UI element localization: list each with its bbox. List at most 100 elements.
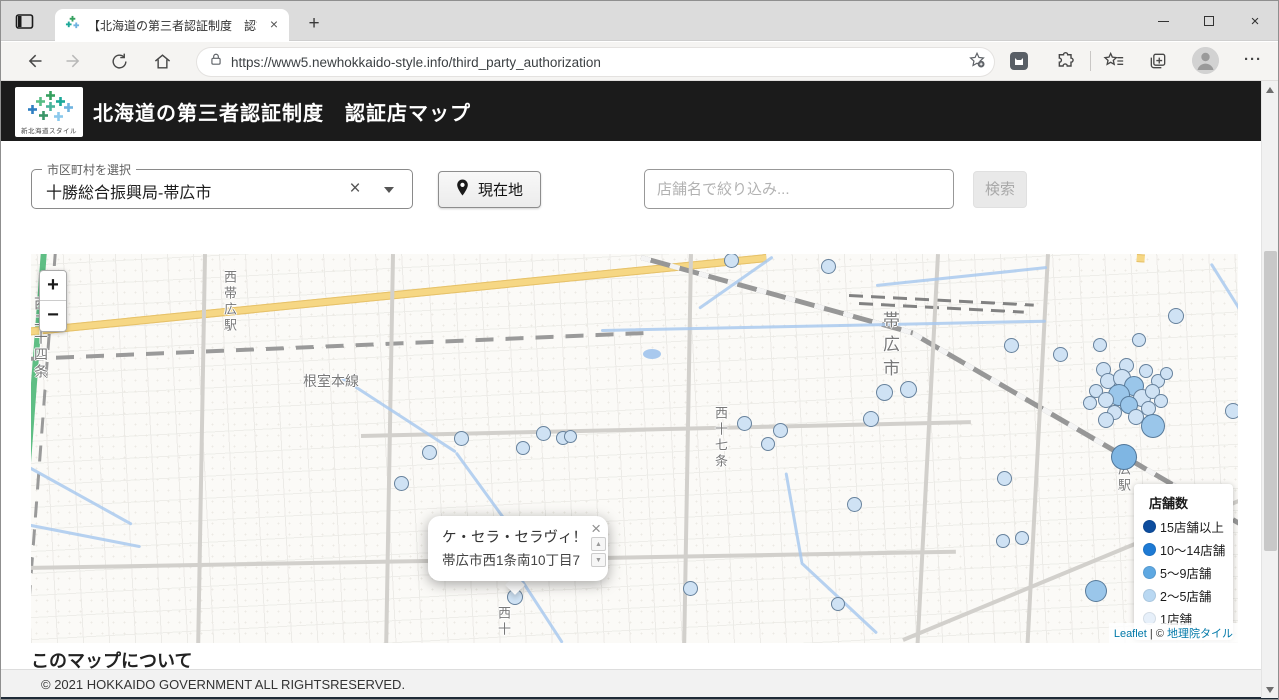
map-marker[interactable] bbox=[996, 470, 1012, 486]
pond bbox=[643, 349, 661, 359]
map-marker[interactable] bbox=[831, 597, 845, 611]
map-street-label: 根室本線 bbox=[303, 373, 359, 389]
map-marker[interactable] bbox=[1225, 403, 1238, 419]
store-search-input[interactable] bbox=[644, 169, 954, 209]
map-marker[interactable] bbox=[1098, 412, 1114, 428]
tab-title: 【北海道の第三者認証制度 認証 bbox=[88, 18, 257, 33]
map-marker[interactable] bbox=[516, 441, 530, 455]
toolbar-divider bbox=[1090, 51, 1091, 71]
window-close-button[interactable]: × bbox=[1232, 1, 1278, 41]
map-marker[interactable] bbox=[1111, 444, 1137, 470]
map-marker[interactable] bbox=[996, 534, 1010, 548]
forward-button[interactable] bbox=[61, 48, 87, 74]
tab-close-icon[interactable]: × bbox=[265, 16, 283, 34]
leaflet-link[interactable]: Leaflet bbox=[1114, 628, 1147, 640]
zoom-in-button[interactable]: + bbox=[40, 271, 66, 301]
map-marker[interactable] bbox=[1003, 337, 1019, 353]
extension-badge-icon[interactable] bbox=[1006, 48, 1032, 74]
map-marker[interactable] bbox=[1083, 396, 1097, 410]
map-marker[interactable] bbox=[535, 425, 551, 441]
current-location-button[interactable]: 現在地 bbox=[438, 171, 542, 208]
home-button[interactable] bbox=[149, 48, 175, 74]
legend-item: 5〜9店舗 bbox=[1143, 563, 1224, 582]
zoom-out-button[interactable]: − bbox=[40, 301, 66, 331]
stream bbox=[1209, 262, 1238, 337]
city-select-value: 十勝総合振興局-帯広市 bbox=[46, 185, 212, 202]
map-street-label: 西帯広駅 bbox=[222, 270, 237, 334]
legend-label: 5〜9店舗 bbox=[1160, 567, 1212, 581]
map-street-label: 西十七条 bbox=[713, 406, 728, 470]
collections-icon[interactable] bbox=[1145, 48, 1171, 74]
city-select[interactable]: 市区町村を選択 十勝総合振興局-帯広市 × bbox=[31, 161, 413, 209]
favorites-bar-icon[interactable] bbox=[1101, 48, 1127, 74]
hokkaido-style-logo-icon bbox=[28, 90, 73, 121]
clear-selection-icon[interactable]: × bbox=[344, 178, 366, 200]
map-marker[interactable] bbox=[1139, 364, 1153, 378]
tab-favicon-icon bbox=[65, 15, 80, 35]
window-maximize-button[interactable] bbox=[1186, 1, 1232, 41]
add-favorite-icon[interactable] bbox=[968, 51, 986, 74]
stream bbox=[454, 451, 509, 525]
popup-scroll-up-icon[interactable]: ▲ bbox=[591, 537, 606, 552]
url-bar[interactable]: https://www5.newhokkaido-style.info/thir… bbox=[197, 48, 994, 76]
stream bbox=[31, 457, 133, 526]
map-marker[interactable] bbox=[453, 430, 469, 446]
extensions-puzzle-icon[interactable] bbox=[1053, 48, 1079, 74]
refresh-button[interactable] bbox=[106, 48, 132, 74]
legend-dot-icon bbox=[1143, 589, 1156, 602]
chevron-down-icon[interactable] bbox=[384, 187, 394, 193]
yellow-road-vertical bbox=[1136, 254, 1145, 263]
map-attribution: Leaflet | © 地理院タイル bbox=[1108, 623, 1238, 643]
popup-store-address: 帯広市西1条南10丁目7 bbox=[442, 552, 581, 568]
window-minimize-button[interactable] bbox=[1140, 1, 1186, 41]
map-marker[interactable] bbox=[1168, 308, 1184, 324]
map-marker[interactable] bbox=[846, 496, 862, 512]
map-marker[interactable] bbox=[1052, 346, 1068, 362]
map-marker[interactable] bbox=[863, 411, 879, 427]
url-text: https://www5.newhokkaido-style.info/thir… bbox=[231, 54, 601, 70]
map-marker[interactable] bbox=[820, 258, 836, 274]
settings-menu-icon[interactable]: ··· bbox=[1239, 48, 1267, 74]
railway-west bbox=[31, 331, 644, 361]
map-marker[interactable] bbox=[761, 437, 775, 451]
map-canvas[interactable]: 西帯広駅 西二十四条 根室本線 帯広市 西十七条 帯広駅 西十 + − ケ・セラ・セラヴィ！… bbox=[31, 254, 1238, 643]
yellow-road bbox=[31, 254, 767, 336]
map-marker[interactable] bbox=[1085, 580, 1107, 602]
map-marker[interactable] bbox=[1154, 394, 1168, 408]
map-marker[interactable] bbox=[899, 380, 917, 398]
map-marker[interactable] bbox=[421, 444, 437, 460]
stream bbox=[784, 472, 804, 564]
copyright-text: © 2021 HOKKAIDO GOVERNMENT ALL RIGHTSRES… bbox=[41, 676, 406, 692]
profile-avatar[interactable] bbox=[1192, 47, 1219, 74]
legend-dot-icon bbox=[1143, 520, 1156, 533]
map-marker[interactable] bbox=[723, 254, 739, 268]
legend-items: 15店舗以上 10〜14店舗 5〜9店舗 2〜5店舗 1店舗 bbox=[1143, 517, 1225, 628]
map-marker[interactable] bbox=[772, 422, 788, 438]
map-marker[interactable] bbox=[736, 415, 752, 431]
map-marker[interactable] bbox=[563, 429, 577, 443]
map-marker[interactable] bbox=[682, 580, 698, 596]
popup-close-icon[interactable]: × bbox=[591, 519, 601, 539]
new-tab-button[interactable]: + bbox=[301, 11, 327, 37]
attribution-separator: | © bbox=[1146, 628, 1167, 640]
map-marker[interactable] bbox=[1093, 338, 1107, 352]
stream bbox=[600, 319, 1046, 332]
scroll-down-arrow-icon[interactable] bbox=[1262, 681, 1278, 698]
scrollbar-thumb[interactable] bbox=[1264, 251, 1277, 551]
map-marker[interactable] bbox=[875, 383, 893, 401]
map-marker[interactable] bbox=[1015, 531, 1029, 545]
popup-scroll-down-icon[interactable]: ▼ bbox=[591, 553, 606, 568]
map-marker[interactable] bbox=[393, 475, 409, 491]
tab-actions-menu-icon[interactable] bbox=[13, 10, 37, 34]
map-marker[interactable] bbox=[1159, 366, 1173, 380]
map-marker[interactable] bbox=[1132, 333, 1146, 347]
gsi-tiles-link[interactable]: 地理院タイル bbox=[1167, 628, 1233, 640]
search-button[interactable]: 検索 bbox=[973, 171, 1027, 208]
map-marker[interactable] bbox=[1141, 414, 1165, 438]
legend-item: 15店舗以上 bbox=[1143, 517, 1224, 536]
page-scrollbar[interactable] bbox=[1261, 81, 1278, 698]
scroll-up-arrow-icon[interactable] bbox=[1262, 81, 1278, 98]
stream bbox=[875, 266, 1048, 287]
back-button[interactable] bbox=[21, 48, 47, 74]
browser-tab[interactable]: 【北海道の第三者認証制度 認証 × bbox=[55, 9, 289, 41]
